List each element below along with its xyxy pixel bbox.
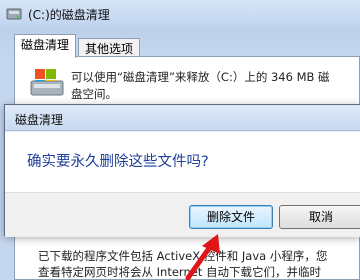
confirm-delete-dialog: 磁盘清理 确实要永久删除这些文件吗? 删除文件 取消 bbox=[4, 104, 360, 237]
disk-cleanup-icon bbox=[30, 69, 64, 96]
disk-cleanup-app-icon bbox=[6, 8, 22, 20]
red-arrow-annotation bbox=[185, 234, 220, 280]
window-title-bar[interactable]: (C:)的磁盘清理 bbox=[0, 0, 360, 28]
window-title: (C:)的磁盘清理 bbox=[28, 8, 110, 22]
description-line: 盘空间。 bbox=[71, 87, 117, 101]
dialog-title-bar[interactable]: 磁盘清理 bbox=[5, 105, 360, 131]
tab-more-options[interactable]: 其他选项 bbox=[78, 38, 141, 58]
tab-disk-cleanup[interactable]: 磁盘清理 bbox=[14, 34, 77, 58]
confirm-question: 确实要永久删除这些文件吗? bbox=[27, 154, 209, 170]
cancel-button[interactable]: 取消 bbox=[279, 205, 360, 229]
dialog-body: 确实要永久删除这些文件吗? bbox=[5, 132, 360, 192]
dialog-title: 磁盘清理 bbox=[15, 113, 64, 127]
description-line: 可以使用“磁盘清理”来释放（C:）上的 346 MB 磁 bbox=[71, 70, 330, 84]
dialog-footer: 删除文件 取消 bbox=[5, 192, 360, 237]
cleanup-description: 可以使用“磁盘清理”来释放（C:）上的 346 MB 磁 盘空间。 bbox=[71, 69, 360, 103]
delete-files-button[interactable]: 删除文件 bbox=[189, 205, 273, 229]
